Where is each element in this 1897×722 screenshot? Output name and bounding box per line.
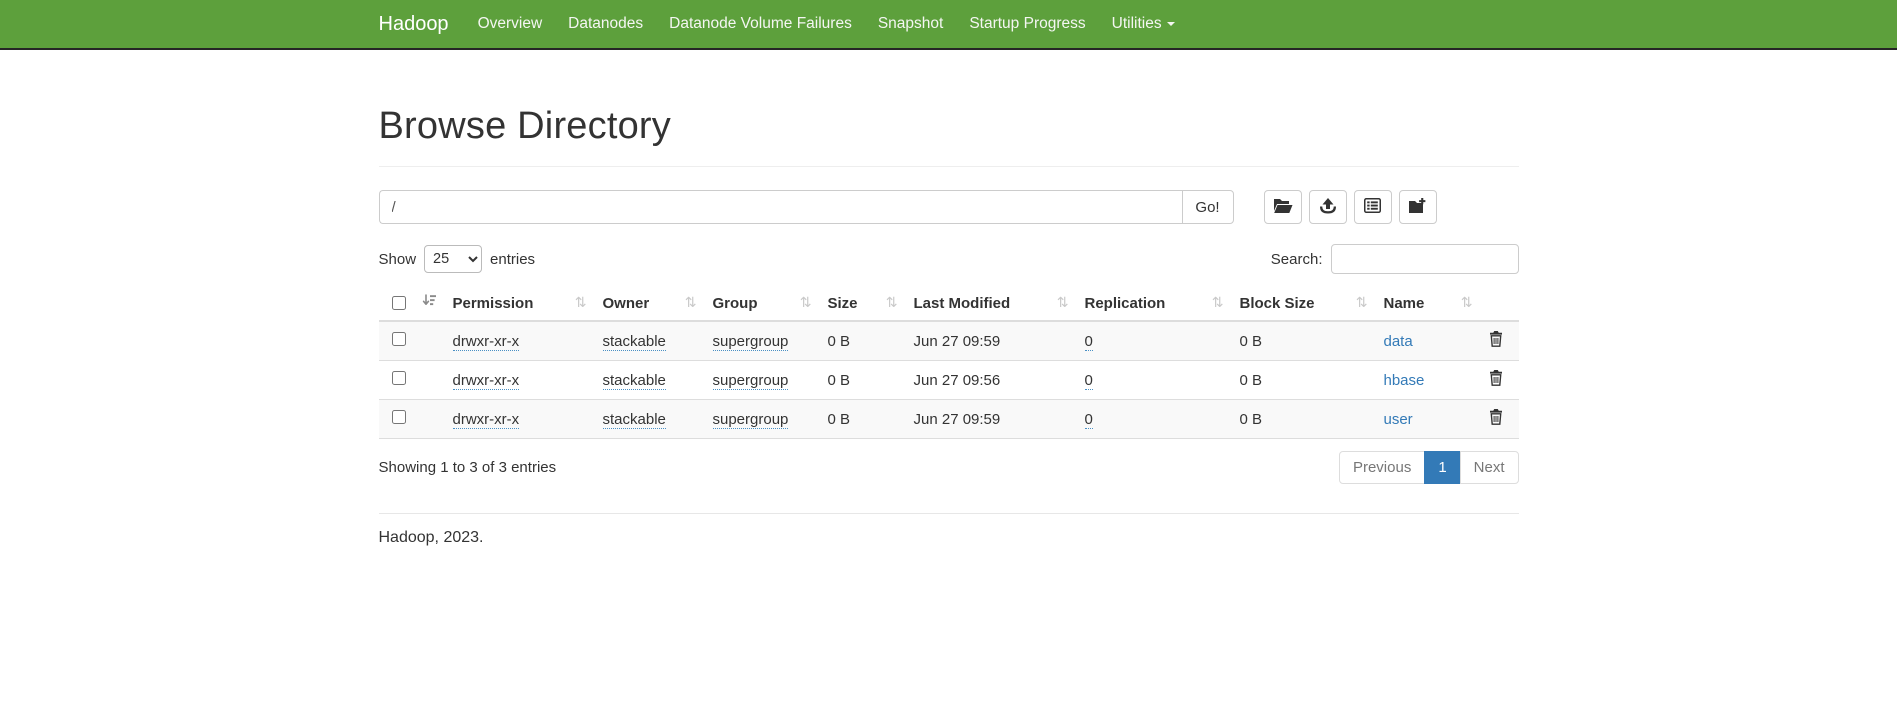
nav-item-datanodes[interactable]: Datanodes	[555, 15, 656, 33]
block-size-cell: 0 B	[1232, 321, 1376, 361]
replication-cell[interactable]: 0	[1085, 372, 1093, 390]
row-checkbox[interactable]	[392, 332, 406, 346]
list-alt-icon	[1364, 198, 1381, 216]
navbar: Hadoop Overview Datanodes Datanode Volum…	[0, 0, 1897, 50]
sort-icon: ⇅	[685, 295, 697, 311]
search-input[interactable]	[1331, 244, 1519, 274]
column-header-block-size[interactable]: Block Size ⇅	[1232, 286, 1376, 321]
path-bar: Go!	[379, 190, 1519, 224]
table-row: drwxr-xr-x stackable supergroup 0 B Jun …	[379, 361, 1519, 400]
table-row: drwxr-xr-x stackable supergroup 0 B Jun …	[379, 400, 1519, 439]
directory-table: Permission ⇅ Owner ⇅ Group ⇅ Size ⇅ Last…	[379, 286, 1519, 439]
upload-icon	[1319, 198, 1337, 217]
last-modified-cell: Jun 27 09:59	[906, 321, 1077, 361]
pagination-next-button[interactable]: Next	[1460, 451, 1519, 484]
permission-cell[interactable]: drwxr-xr-x	[453, 372, 520, 390]
heading-divider	[379, 166, 1519, 167]
sort-icon: ⇅	[1461, 295, 1473, 311]
nav-item-overview[interactable]: Overview	[465, 15, 556, 33]
utilities-label: Utilities	[1112, 15, 1162, 32]
table-row: drwxr-xr-x stackable supergroup 0 B Jun …	[379, 321, 1519, 361]
page-title: Browse Directory	[379, 105, 1519, 148]
permission-cell[interactable]: drwxr-xr-x	[453, 333, 520, 351]
pagination-previous-button[interactable]: Previous	[1339, 451, 1425, 484]
row-checkbox[interactable]	[392, 410, 406, 424]
open-folder-icon	[1273, 198, 1293, 217]
column-header-replication[interactable]: Replication ⇅	[1077, 286, 1232, 321]
search-label: Search:	[1271, 251, 1323, 268]
size-cell: 0 B	[820, 321, 906, 361]
pagination-page-1-button[interactable]: 1	[1424, 451, 1460, 484]
sort-icon: ⇅	[1356, 295, 1368, 311]
sort-icon: ⇅	[1212, 295, 1224, 311]
table-header-row: Permission ⇅ Owner ⇅ Group ⇅ Size ⇅ Last…	[379, 286, 1519, 321]
last-modified-cell: Jun 27 09:59	[906, 400, 1077, 439]
sort-icon: ⇅	[1057, 295, 1069, 311]
list-alt-button[interactable]	[1354, 190, 1392, 224]
page-size-select[interactable]: 25	[424, 245, 482, 273]
column-header-owner[interactable]: Owner ⇅	[595, 286, 705, 321]
trash-icon[interactable]	[1489, 409, 1503, 425]
file-action-buttons	[1264, 190, 1437, 224]
group-cell[interactable]: supergroup	[713, 411, 789, 429]
column-header-name[interactable]: Name ⇅	[1376, 286, 1481, 321]
last-modified-cell: Jun 27 09:56	[906, 361, 1077, 400]
show-label: Show	[379, 251, 417, 268]
owner-cell[interactable]: stackable	[603, 411, 666, 429]
new-folder-icon	[1408, 198, 1428, 217]
footer-text: Hadoop, 2023.	[379, 529, 1519, 547]
trash-icon[interactable]	[1489, 331, 1503, 347]
column-header-permission[interactable]: Permission ⇅	[445, 286, 595, 321]
upload-file-button[interactable]	[1309, 190, 1347, 224]
column-header-group[interactable]: Group ⇅	[705, 286, 820, 321]
path-input-group: Go!	[379, 190, 1234, 224]
group-cell[interactable]: supergroup	[713, 333, 789, 351]
entries-label: entries	[490, 251, 535, 268]
select-all-checkbox[interactable]	[392, 296, 406, 310]
replication-cell[interactable]: 0	[1085, 411, 1093, 429]
group-cell[interactable]: supergroup	[713, 372, 789, 390]
caret-down-icon	[1167, 22, 1175, 26]
column-header-size[interactable]: Size ⇅	[820, 286, 906, 321]
permission-cell[interactable]: drwxr-xr-x	[453, 411, 520, 429]
trash-icon[interactable]	[1489, 370, 1503, 386]
directory-link[interactable]: data	[1384, 333, 1413, 350]
nav-item-snapshot[interactable]: Snapshot	[865, 15, 957, 33]
directory-link[interactable]: hbase	[1384, 372, 1425, 389]
row-checkbox[interactable]	[392, 371, 406, 385]
nav-item-utilities-dropdown[interactable]: Utilities	[1099, 15, 1188, 33]
sort-icon: ⇅	[800, 295, 812, 311]
directory-path-input[interactable]	[379, 190, 1182, 224]
actions-header	[1481, 286, 1519, 321]
replication-cell[interactable]: 0	[1085, 333, 1093, 351]
pagination: Previous 1 Next	[1339, 451, 1519, 484]
nav-item-datanode-volume-failures[interactable]: Datanode Volume Failures	[656, 15, 865, 33]
block-size-cell: 0 B	[1232, 400, 1376, 439]
size-cell: 0 B	[820, 361, 906, 400]
owner-cell[interactable]: stackable	[603, 372, 666, 390]
table-controls: Show 25 entries Search:	[379, 244, 1519, 274]
sort-icon: ⇅	[575, 295, 587, 311]
column-header-last-modified[interactable]: Last Modified ⇅	[906, 286, 1077, 321]
table-info: Showing 1 to 3 of 3 entries	[379, 459, 557, 476]
go-button[interactable]: Go!	[1182, 190, 1234, 224]
create-directory-button[interactable]	[1399, 190, 1437, 224]
directory-link[interactable]: user	[1384, 411, 1413, 428]
open-folder-button[interactable]	[1264, 190, 1302, 224]
sort-icon: ⇅	[886, 295, 898, 311]
sort-by-attributes-icon	[422, 294, 437, 312]
select-all-header[interactable]	[379, 286, 445, 321]
owner-cell[interactable]: stackable	[603, 333, 666, 351]
navbar-brand[interactable]: Hadoop	[379, 13, 449, 36]
block-size-cell: 0 B	[1232, 361, 1376, 400]
footer-divider	[379, 513, 1519, 514]
nav-item-startup-progress[interactable]: Startup Progress	[956, 15, 1098, 33]
size-cell: 0 B	[820, 400, 906, 439]
